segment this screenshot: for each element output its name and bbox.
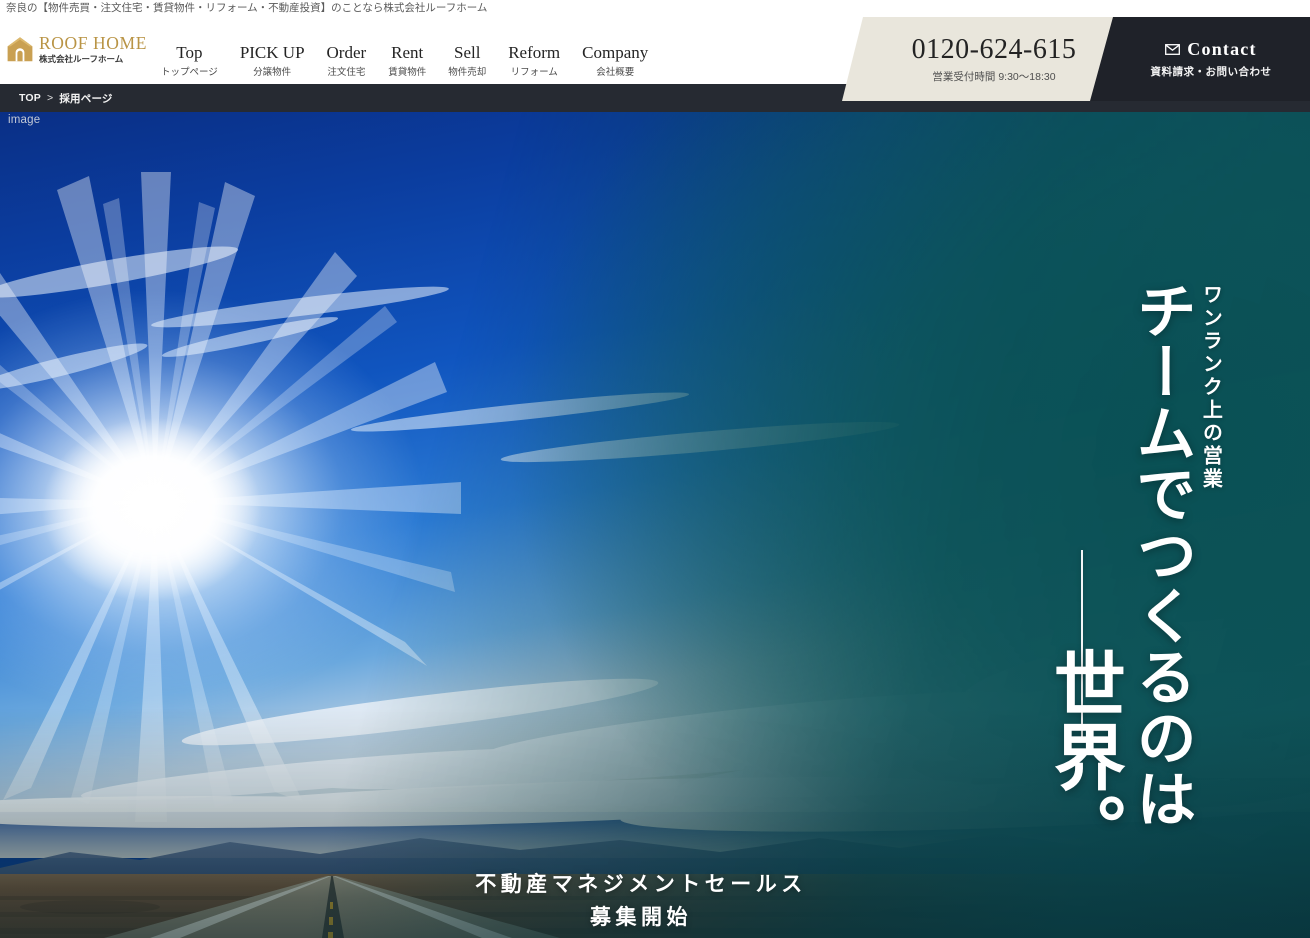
nav-label-jp: 賃貸物件 <box>388 67 427 78</box>
logo-name-jp: 株式会社ルーフホーム <box>39 54 124 64</box>
nav-label-jp: リフォーム <box>510 67 558 78</box>
nav-label-en: Top <box>176 43 203 62</box>
contact-title-row: Contact <box>1165 39 1256 59</box>
contact-label-en: Contact <box>1187 39 1257 59</box>
hero-image-alt-label: image <box>8 114 41 126</box>
nav-item-rent[interactable]: Rent 賃貸物件 <box>377 43 437 79</box>
nav-label-jp: 物件売却 <box>448 67 487 78</box>
nav-label-jp: 会社概要 <box>596 67 635 78</box>
nav-label-jp: トップページ <box>161 67 218 78</box>
nav-item-top[interactable]: Top トップページ <box>150 43 229 79</box>
site-tagline-bar: 奈良の【物件売買・注文住宅・賃貸物件・リフォーム・不動産投資】のことなら株式会社… <box>0 0 1310 17</box>
phone-number[interactable]: 0120-624-615 <box>912 34 1077 65</box>
house-icon <box>7 37 33 62</box>
nav-item-order[interactable]: Order 注文住宅 <box>316 43 378 79</box>
nav-label-en: Sell <box>453 43 481 62</box>
main-navigation: Top トップページ PICK UP 分譲物件 Order 注文住宅 Rent … <box>150 43 659 79</box>
contact-button-inner: Contact 資料請求・お問い合わせ <box>1090 17 1310 101</box>
mail-icon <box>1165 43 1181 55</box>
phone-block-inner: 0120-624-615 営業受付時間 9:30〜18:30 <box>842 17 1132 101</box>
nav-label-jp: 注文住宅 <box>327 67 366 78</box>
logo-name-en: ROOF HOME <box>39 32 147 53</box>
nav-label-en: PICK UP <box>239 43 305 62</box>
site-logo[interactable]: ROOF HOME 株式会社ルーフホーム <box>6 26 147 72</box>
nav-item-reform[interactable]: Reform リフォーム <box>497 43 571 79</box>
breadcrumb: TOP > 採用ページ <box>0 91 113 106</box>
contact-label-jp: 資料請求・お問い合わせ <box>1150 66 1272 78</box>
hero-section: image ワンランク上の営業 チームでつくるのは 世界。 不動産マネジメントセ… <box>0 112 1310 938</box>
breadcrumb-item-top[interactable]: TOP <box>19 92 41 104</box>
nav-label-en: Company <box>582 43 649 62</box>
phone-block: 0120-624-615 営業受付時間 9:30〜18:30 <box>842 17 1132 101</box>
business-hours: 営業受付時間 9:30〜18:30 <box>932 70 1056 83</box>
nav-item-company[interactable]: Company 会社概要 <box>571 43 659 79</box>
nav-label-jp: 分譲物件 <box>253 67 292 78</box>
nav-label-en: Order <box>326 43 367 62</box>
hero-color-overlay <box>0 112 1310 938</box>
nav-item-sell[interactable]: Sell 物件売却 <box>437 43 497 79</box>
nav-label-en: Rent <box>391 43 424 62</box>
site-header: ROOF HOME 株式会社ルーフホーム Top トップページ PICK UP … <box>0 17 1310 101</box>
breadcrumb-item-current: 採用ページ <box>59 92 113 105</box>
page-root: 奈良の【物件売買・注文住宅・賃貸物件・リフォーム・不動産投資】のことなら株式会社… <box>0 0 1310 938</box>
nav-item-pickup[interactable]: PICK UP 分譲物件 <box>229 43 316 79</box>
nav-label-en: Reform <box>508 43 561 62</box>
logo-wordmark: ROOF HOME 株式会社ルーフホーム <box>39 32 147 64</box>
site-tagline: 奈良の【物件売買・注文住宅・賃貸物件・リフォーム・不動産投資】のことなら株式会社… <box>6 2 488 14</box>
breadcrumb-separator: > <box>47 92 54 104</box>
contact-button[interactable]: Contact 資料請求・お問い合わせ <box>1090 17 1310 101</box>
